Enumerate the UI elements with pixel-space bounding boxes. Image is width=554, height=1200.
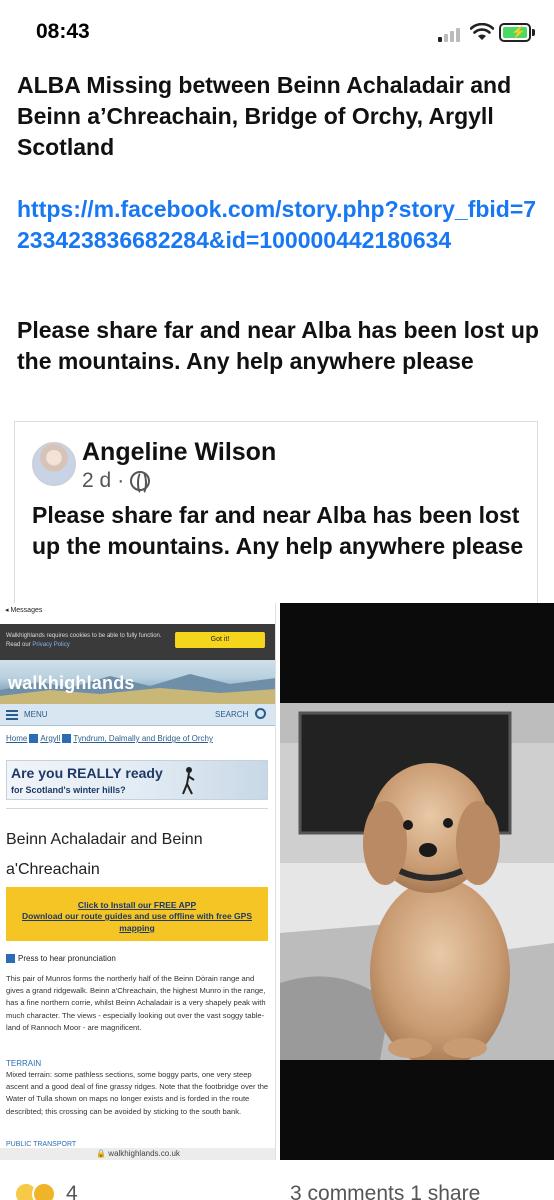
pronunciation-label: Press to hear pronunciation: [18, 954, 116, 963]
engagement-bar: 4 3 comments 1 share: [0, 1160, 554, 1200]
post-meta: 2 d ·: [82, 469, 151, 495]
download-guides-line: Download our route guides and use offlin…: [22, 911, 252, 933]
breadcrumb-arrow-icon: [62, 734, 72, 744]
dog-photo[interactable]: [280, 603, 554, 1160]
walkhighlands-menu-bar: MENU SEARCH: [0, 704, 275, 726]
url-bar: 🔒 walkhighlands.co.uk: [0, 1148, 275, 1160]
search-icon: [255, 708, 266, 719]
route-title: Beinn Achaladair and Beinn a'Chreachain: [6, 831, 203, 878]
walkhighlands-banner: walkhighlands: [0, 660, 275, 704]
breadcrumb-arrow-icon: [29, 734, 39, 744]
post-message: Please share far and near Alba has been …: [17, 317, 539, 374]
post-title: ALBA Missing between Beinn Achaladair an…: [17, 72, 512, 160]
breadcrumb: Home Argyll Tyndrum, Dalmally and Bridge o…: [6, 734, 213, 744]
ad-line-1: Are you REALLY ready: [11, 765, 163, 781]
battery-icon: ⚡: [499, 23, 531, 42]
got-it-button: Got it!: [175, 632, 265, 648]
install-app-banner: Click to Install our FREE APP Download o…: [6, 887, 268, 941]
dog-photo-illustration: [280, 603, 554, 1160]
globe-icon: [130, 471, 151, 495]
reactions[interactable]: [14, 1182, 56, 1200]
pronunciation-row: Press to hear pronunciation: [6, 954, 116, 964]
breadcrumb-area: Tyndrum, Dalmally and Bridge of Orchy: [73, 734, 213, 743]
breadcrumb-home: Home: [6, 734, 28, 743]
search-label: SEARCH: [215, 710, 249, 719]
status-time: 08:43: [36, 20, 90, 43]
terrain-description: Mixed terrain: some pathless sections, s…: [6, 1070, 269, 1116]
walker-icon: [182, 767, 195, 795]
walkhighlands-screenshot[interactable]: ◂ Messages Walkhighlands requires cookie…: [0, 603, 276, 1160]
privacy-policy-link: Privacy Policy: [32, 642, 70, 648]
hamburger-menu-icon: [6, 710, 18, 720]
public-transport-heading: PUBLIC TRANSPORT: [6, 1141, 77, 1148]
reaction-count[interactable]: 4: [66, 1182, 78, 1200]
install-app-line: Click to Install our FREE APP: [77, 900, 197, 910]
post-link[interactable]: https://m.facebook.com/story.php?story_f…: [17, 194, 541, 256]
time-ago: 2 d: [82, 469, 112, 492]
meta-separator: ·: [117, 469, 125, 492]
terrain-heading: TERRAIN: [6, 1059, 42, 1068]
author-name[interactable]: Angeline Wilson: [82, 438, 276, 467]
ad-line-2: for Scotland's winter hills?: [11, 785, 126, 795]
play-icon: [6, 954, 15, 964]
status-bar: 08:43 ⚡: [0, 0, 554, 64]
cellular-signal-icon: [438, 26, 462, 42]
shared-post-card[interactable]: Angeline Wilson 2 d · Please share far a…: [14, 421, 538, 611]
shared-message: Please share far and near Alba has been …: [32, 502, 524, 559]
breadcrumb-argyll: Argyll: [40, 734, 61, 743]
comments-shares[interactable]: 3 comments 1 share: [290, 1182, 480, 1200]
winter-hills-ad: Are you REALLY ready for Scotland's wint…: [6, 760, 268, 800]
route-description: This pair of Munros forms the northerly …: [6, 974, 266, 1032]
menu-label: MENU: [24, 710, 48, 719]
wifi-icon: [470, 23, 494, 40]
cookie-text: Walkhighlands requires cookies to be abl…: [6, 633, 162, 648]
cookie-banner: Walkhighlands requires cookies to be abl…: [0, 624, 275, 660]
walkhighlands-logo: walkhighlands: [8, 673, 135, 693]
sad-reaction-icon: [32, 1182, 56, 1200]
back-to-messages: ◂ Messages: [5, 607, 43, 614]
avatar[interactable]: [32, 442, 76, 486]
